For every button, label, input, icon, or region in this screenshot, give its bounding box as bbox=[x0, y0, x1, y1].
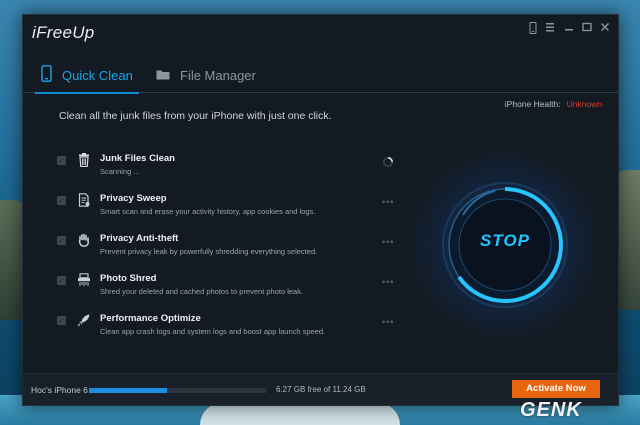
menu-icon[interactable] bbox=[543, 22, 557, 34]
storage-text: 6.27 GB free of 11.24 GB bbox=[276, 385, 366, 394]
task-name: Performance Optimize bbox=[100, 313, 201, 324]
pending-dots: ••• bbox=[382, 277, 395, 287]
pending-dots: ••• bbox=[382, 317, 395, 327]
app-window: iFreeUp Quick Clean File Manager Clean a… bbox=[22, 14, 619, 406]
hand-icon bbox=[77, 233, 91, 247]
task-name: Junk Files Clean bbox=[100, 153, 175, 164]
title-bar[interactable]: iFreeUp bbox=[23, 15, 618, 51]
health-value: Unknown bbox=[566, 99, 602, 109]
iphone-health: iPhone Health: Unknown bbox=[505, 99, 602, 109]
rocket-icon bbox=[77, 313, 91, 327]
storage-progress-fill bbox=[89, 388, 168, 393]
trash-icon bbox=[77, 153, 91, 168]
task-checkbox[interactable]: ✓ bbox=[57, 196, 66, 205]
shredder-icon bbox=[77, 273, 91, 287]
pending-dots: ••• bbox=[382, 237, 395, 247]
task-description: Smart scan and erase your activity histo… bbox=[100, 207, 316, 216]
tab-label: Quick Clean bbox=[62, 67, 133, 83]
task-privacy-sweep: ✓ Privacy Sweep Smart scan and erase you… bbox=[57, 193, 402, 227]
storage-progress-bar bbox=[89, 388, 266, 393]
task-performance-optimize: ✓ Performance Optimize Clean app crash l… bbox=[57, 313, 402, 347]
stop-label: STOP bbox=[480, 231, 530, 250]
task-privacy-anti-theft: ✓ Privacy Anti-theft Prevent privacy lea… bbox=[57, 233, 402, 267]
activate-now-button[interactable]: Activate Now bbox=[512, 380, 600, 398]
task-photo-shred: ✓ Photo Shred Shred your deleted and cac… bbox=[57, 273, 402, 307]
task-name: Photo Shred bbox=[100, 273, 157, 284]
phone-mode-icon[interactable] bbox=[526, 22, 540, 34]
headline-text: Clean all the junk files from your iPhon… bbox=[59, 110, 332, 122]
pending-dots: ••• bbox=[382, 197, 395, 207]
genk-watermark: GENK bbox=[520, 399, 582, 421]
stop-button[interactable]: STOP bbox=[405, 145, 605, 345]
health-label: iPhone Health: bbox=[504, 99, 561, 109]
maximize-icon[interactable] bbox=[580, 22, 594, 34]
task-checkbox[interactable]: ✓ bbox=[57, 316, 66, 325]
document-icon bbox=[77, 193, 91, 207]
task-description: Shred your deleted and cached photos to … bbox=[100, 287, 304, 296]
task-checkbox[interactable]: ✓ bbox=[57, 156, 66, 165]
device-name: Hoc's iPhone 6 bbox=[31, 385, 88, 395]
background-boat bbox=[200, 403, 400, 425]
minimize-icon[interactable] bbox=[562, 22, 576, 34]
phone-icon bbox=[41, 65, 52, 85]
task-description: Clean app crash logs and system logs and… bbox=[100, 327, 326, 336]
tab-quick-clean[interactable]: Quick Clean bbox=[35, 57, 139, 94]
task-name: Privacy Sweep bbox=[100, 193, 167, 204]
task-description: Scanning ... bbox=[100, 167, 140, 176]
tab-bar: Quick Clean File Manager bbox=[23, 57, 618, 94]
folder-icon bbox=[156, 68, 170, 83]
task-name: Privacy Anti-theft bbox=[100, 233, 179, 244]
spinner-icon bbox=[382, 156, 402, 168]
tab-file-manager[interactable]: File Manager bbox=[156, 57, 256, 93]
close-icon[interactable] bbox=[598, 22, 612, 34]
tab-label: File Manager bbox=[180, 67, 256, 83]
task-junk-files-clean: ✓ Junk Files Clean Scanning ... bbox=[57, 153, 402, 187]
app-title: iFreeUp bbox=[32, 23, 95, 42]
task-description: Prevent privacy leak by powerfully shred… bbox=[100, 247, 318, 256]
task-checkbox[interactable]: ✓ bbox=[57, 276, 66, 285]
task-checkbox[interactable]: ✓ bbox=[57, 236, 66, 245]
